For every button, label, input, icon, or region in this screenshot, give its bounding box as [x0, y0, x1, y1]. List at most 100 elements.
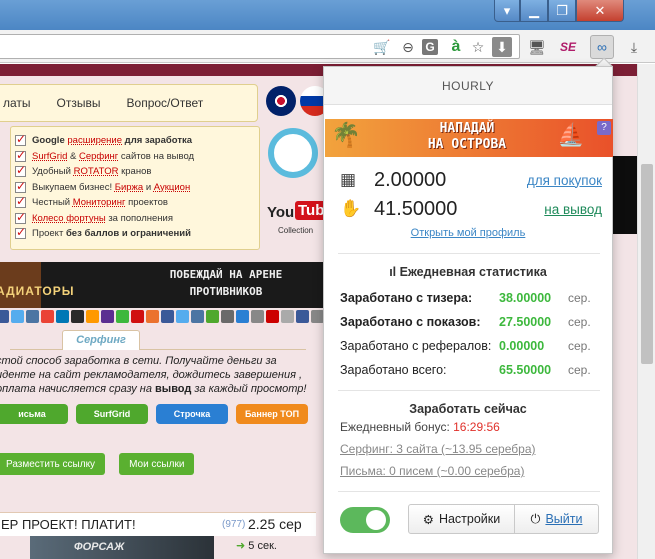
download-box-icon[interactable]: ⬇: [492, 37, 512, 57]
social-share-icon[interactable]: [281, 310, 294, 323]
feature-text: Удобный: [32, 166, 71, 178]
feature-link[interactable]: Мониторинг: [73, 197, 126, 208]
place-link-button[interactable]: Разместить ссылку: [0, 453, 106, 475]
window-maximize-button[interactable]: ❐: [548, 0, 576, 22]
feature-text: сайтов на вывод: [120, 150, 195, 162]
browser-toolbar: 🛒 ⊖ G à ☆ ⬇ 🖥 SE ∞ ⤓: [0, 30, 655, 63]
banner-info-icon[interactable]: ?: [597, 121, 611, 135]
youtube-collection-logo[interactable]: You Tube Collection: [265, 186, 336, 240]
social-share-icon[interactable]: [146, 310, 159, 323]
purchase-balance-link[interactable]: для покупок: [527, 173, 602, 188]
list-item: Удобный ROTATOR кранов: [15, 163, 255, 180]
social-share-icon[interactable]: [251, 310, 264, 323]
feature-link[interactable]: Колесо фортуны: [32, 213, 106, 224]
social-share-icon[interactable]: [176, 310, 189, 323]
top-banner-button[interactable]: Баннер ТОП: [236, 404, 308, 424]
stat-row-impressions: Заработано с показов: 27.50000 сер.: [340, 313, 602, 331]
nav-item-faq[interactable]: Вопрос/Ответ: [127, 96, 204, 110]
social-share-icon[interactable]: [11, 310, 24, 323]
social-share-icon[interactable]: [86, 310, 99, 323]
gladiators-banner[interactable]: АДИАТОРЫ ПОБЕЖДАЙ НА АРЕНЕ ПРОТИВНИКОВ: [0, 262, 324, 308]
project-row[interactable]: ЕР ПРОЕКТ! ПЛАТИТ! (977) 2.25 сер: [0, 512, 316, 536]
feature-text: за пополнения: [108, 212, 174, 224]
feature-text: Выкупаем бизнес!: [32, 181, 113, 193]
settings-label: Настройки: [438, 512, 501, 526]
stat-unit: сер.: [568, 291, 591, 305]
description-text: за каждый просмотр!: [191, 383, 307, 395]
uk-flag-icon[interactable]: [266, 86, 296, 116]
page-scrollbar[interactable]: [637, 64, 655, 559]
nav-item-reviews[interactable]: Отзывы: [57, 96, 101, 110]
palm-icon: 🌴: [331, 122, 361, 149]
feature-link[interactable]: расширение: [67, 135, 122, 146]
stat-value: 27.50000: [499, 315, 552, 329]
movie-banner[interactable]: ФОРСАЖ: [30, 536, 214, 559]
social-share-icon[interactable]: [71, 310, 84, 323]
social-share-icon[interactable]: [191, 310, 204, 323]
social-share-icon[interactable]: [0, 310, 9, 323]
purchase-balance: 2.00000: [374, 168, 447, 191]
social-share-icon[interactable]: [266, 310, 279, 323]
open-profile-link[interactable]: Открыть мой профиль: [324, 227, 612, 239]
letters-button[interactable]: исьма: [0, 404, 68, 424]
monitor-icon[interactable]: 🖥: [527, 37, 547, 57]
nav-item-payouts[interactable]: латы: [3, 96, 31, 110]
social-share-icon[interactable]: [236, 310, 249, 323]
cart-icon[interactable]: 🛒: [372, 37, 392, 57]
tab-surfing[interactable]: Серфинг: [62, 330, 140, 350]
social-share-icon[interactable]: [206, 310, 219, 323]
checkbox-icon: [15, 179, 26, 193]
power-icon: ⏻: [530, 511, 541, 526]
letters-link[interactable]: Письма: 0 писем (~0.00 серебра): [340, 464, 524, 478]
address-bar[interactable]: [0, 34, 520, 59]
social-share-icon[interactable]: [161, 310, 174, 323]
window-minimize-button[interactable]: ▁: [520, 0, 548, 22]
social-share-icon[interactable]: [116, 310, 129, 323]
stat-label: Заработано с рефералов:: [340, 339, 492, 353]
settings-button[interactable]: ⚙ Настройки: [409, 505, 515, 533]
download-icon[interactable]: ⤓: [624, 37, 644, 57]
social-share-icon[interactable]: [56, 310, 69, 323]
bar-chart-icon: ıl: [389, 265, 397, 279]
se-icon[interactable]: SE: [558, 37, 578, 57]
surfing-link[interactable]: Серфинг: 3 сайта (~13.95 серебра): [340, 442, 536, 456]
social-share-icon[interactable]: [221, 310, 234, 323]
description-bold: вывод: [155, 383, 192, 395]
feature-link[interactable]: Биржа: [115, 182, 143, 193]
a-icon[interactable]: à: [446, 37, 466, 57]
window-user-button[interactable]: ▾: [494, 0, 520, 22]
islands-ad-banner[interactable]: 🌴 НАПАДАЙ НА ОСТРОВА ⛵ ?: [325, 119, 613, 157]
social-share-icon[interactable]: [26, 310, 39, 323]
social-share-icon[interactable]: [131, 310, 144, 323]
social-share-icon[interactable]: [296, 310, 309, 323]
banner-line: НАПАДАЙ: [439, 121, 495, 136]
line-ads-button[interactable]: Строчка: [156, 404, 228, 424]
balance-withdraw-row: ✋ 41.50000 на вывод: [340, 196, 602, 222]
extension-icon[interactable]: ∞: [590, 35, 614, 59]
stat-row-total: Заработано всего: 65.50000 сер.: [340, 361, 602, 379]
withdraw-balance-link[interactable]: на вывод: [544, 202, 602, 217]
gear-icon: ⚙: [422, 512, 434, 527]
view-timer: 5 сек.: [236, 539, 277, 552]
surfgrid-button[interactable]: SurfGrid: [76, 404, 148, 424]
window-close-button[interactable]: ✕: [576, 0, 624, 22]
enable-toggle[interactable]: [340, 507, 390, 533]
banner-slogan-line: ПРОТИВНИКОВ: [189, 285, 263, 298]
logout-button[interactable]: ⏻ Выйти: [515, 505, 598, 533]
my-links-button[interactable]: Мои ссылки: [119, 453, 195, 475]
feature-text: Честный: [32, 197, 71, 209]
social-share-icon[interactable]: [41, 310, 54, 323]
star-icon[interactable]: ☆: [468, 37, 488, 57]
feature-text: &: [70, 150, 77, 162]
feature-link[interactable]: Аукцион: [154, 182, 190, 193]
site-logo-icon[interactable]: [268, 128, 318, 178]
balance-purchase-row: ▦ 2.00000 для покупок: [340, 167, 602, 193]
zoom-icon[interactable]: ⊖: [398, 37, 418, 57]
feature-link[interactable]: SurfGrid: [32, 151, 67, 162]
feature-link[interactable]: Серфинг: [79, 151, 118, 162]
social-share-icon[interactable]: [101, 310, 114, 323]
scrollbar-thumb[interactable]: [641, 164, 653, 364]
translate-icon[interactable]: G: [422, 39, 438, 55]
checkbox-icon: [15, 194, 26, 209]
feature-link[interactable]: ROTATOR: [74, 166, 119, 177]
